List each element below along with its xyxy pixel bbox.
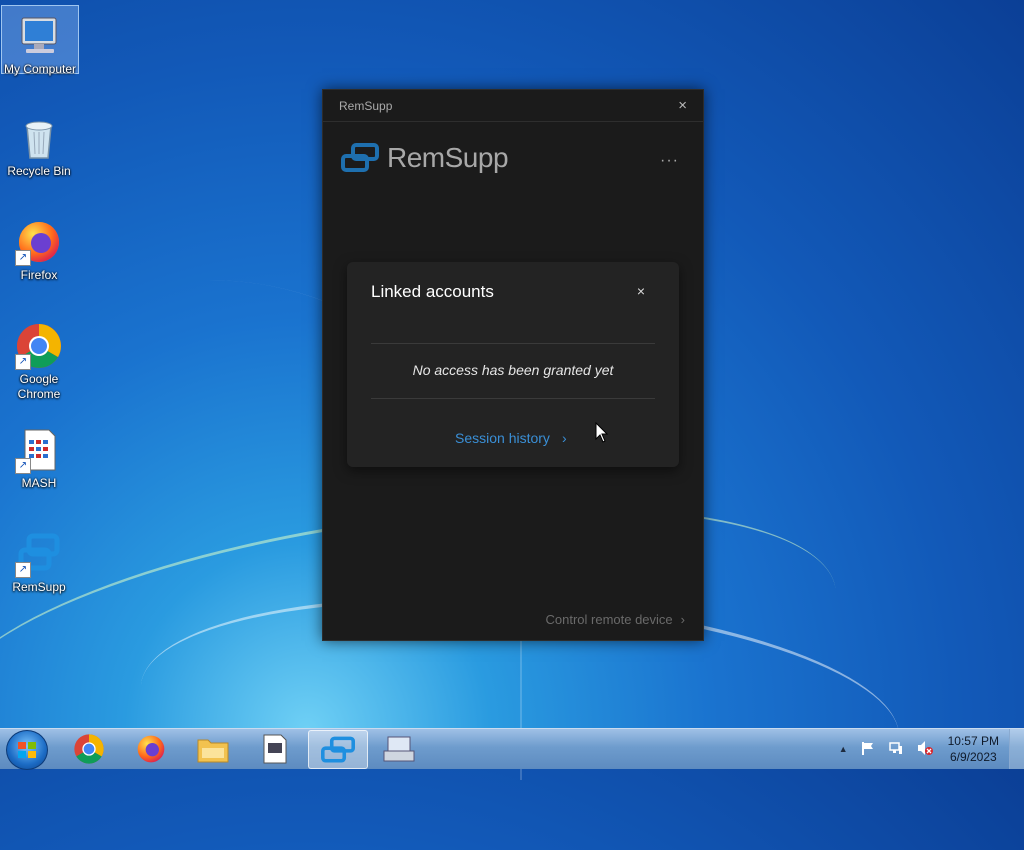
panel-close-button[interactable]: ×: [637, 283, 645, 299]
firefox-icon: [137, 735, 165, 762]
remsupp-logo-icon: [321, 736, 355, 763]
folder-icon: [197, 739, 229, 762]
panel-title: Linked accounts: [371, 282, 494, 301]
shortcut-arrow-icon: ↗: [15, 354, 31, 370]
keyboard-icon: [383, 736, 415, 761]
more-options-button[interactable]: ···: [660, 152, 679, 170]
chevron-right-icon: ›: [561, 430, 567, 446]
desktop-icon-firefox[interactable]: ↗ Firefox: [1, 212, 77, 283]
desktop-icon-remsupp[interactable]: ↗ RemSupp: [1, 524, 77, 595]
taskbar-chrome-button[interactable]: [60, 730, 118, 767]
shortcut-arrow-icon: ↗: [15, 250, 31, 266]
remsupp-logo-icon: ↗: [15, 530, 63, 578]
control-remote-label: Control remote device: [545, 612, 673, 627]
desktop-icon-mash[interactable]: ↗ MASH: [1, 420, 77, 491]
chrome-icon: [74, 733, 104, 764]
show-desktop-button[interactable]: [1009, 729, 1024, 769]
firefox-icon: ↗: [15, 218, 63, 266]
desktop-icon-google-chrome[interactable]: ↗ Google Chrome: [1, 316, 77, 402]
computer-icon: [16, 12, 64, 60]
taskbar-firefox-button[interactable]: [122, 730, 180, 767]
chrome-icon: ↗: [15, 322, 63, 370]
taskbar-keyboard-button[interactable]: [370, 730, 428, 767]
empty-state-message: No access has been granted yet: [412, 362, 614, 378]
brand-name: RemSupp: [387, 142, 509, 173]
action-center-flag-icon[interactable]: [860, 740, 876, 759]
system-clock[interactable]: 10:57 PM 6/9/2023: [948, 733, 999, 765]
taskbar-explorer-button[interactable]: [184, 730, 242, 767]
remsupp-logo-icon: [341, 143, 379, 172]
linked-accounts-panel: Linked accounts × No access has been gra…: [347, 262, 679, 467]
network-icon[interactable]: [888, 740, 904, 759]
session-history-label: Session history: [455, 430, 550, 446]
desktop-icon-label: Firefox: [20, 268, 58, 282]
desktop-icon-label: Recycle Bin: [7, 164, 71, 178]
shortcut-arrow-icon: ↗: [15, 562, 31, 578]
recycle-bin-icon: [15, 114, 63, 162]
window-close-button[interactable]: ×: [678, 97, 687, 114]
taskbar-remsupp-button[interactable]: [308, 730, 368, 769]
desktop-icon-recycle-bin[interactable]: Recycle Bin: [1, 108, 77, 179]
taskbar: ▲ 10:57 PM 6/9/2023: [0, 728, 1024, 770]
window-titlebar[interactable]: RemSupp ×: [323, 90, 703, 122]
desktop-icon-label: Google Chrome: [17, 372, 61, 401]
shortcut-arrow-icon: ↗: [15, 458, 31, 474]
clock-time: 10:57 PM: [947, 734, 999, 748]
windows-logo-icon: [18, 742, 36, 758]
mash-icon: ↗: [15, 426, 63, 474]
control-remote-device-link[interactable]: Control remote device ›: [545, 612, 685, 627]
remsupp-window: RemSupp × RemSupp ··· Linked accounts × …: [322, 89, 704, 641]
mash-icon: [263, 734, 287, 763]
chevron-right-icon: ›: [680, 612, 685, 627]
start-button[interactable]: [6, 730, 48, 770]
mouse-cursor-icon: [595, 422, 609, 443]
session-history-link[interactable]: Session history ›: [455, 430, 567, 446]
clock-date: 6/9/2023: [949, 750, 997, 764]
show-hidden-icons-button[interactable]: ▲: [839, 744, 848, 754]
brand-logo: RemSupp: [341, 142, 509, 174]
divider: [371, 398, 655, 399]
window-title: RemSupp: [339, 98, 393, 113]
desktop-icon-label: RemSupp: [12, 580, 66, 594]
desktop-icon-label: MASH: [21, 476, 57, 490]
divider: [371, 343, 655, 344]
volume-muted-icon[interactable]: [916, 740, 934, 759]
system-tray: ▲ 10:57 PM 6/9/2023: [833, 729, 1024, 769]
taskbar-mash-button[interactable]: [246, 730, 304, 767]
desktop-icon-my-computer[interactable]: My Computer: [1, 5, 79, 76]
desktop-icon-label: My Computer: [3, 62, 77, 76]
